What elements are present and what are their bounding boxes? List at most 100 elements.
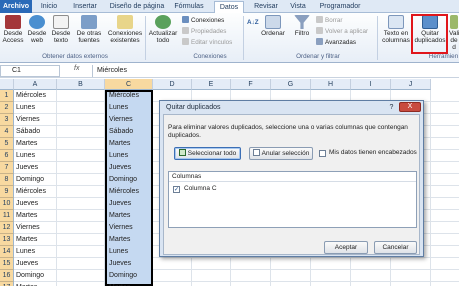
column-header-d[interactable]: D (153, 79, 192, 90)
column-header-a[interactable]: A (14, 79, 57, 90)
row-header[interactable]: 14 (0, 246, 14, 258)
cell-c[interactable]: Lunes (107, 102, 152, 114)
row-header[interactable]: 8 (0, 174, 14, 186)
cell-a[interactable]: Sábado (14, 126, 57, 138)
tab-revisar[interactable]: Revisar (251, 1, 281, 13)
cell-a[interactable]: Domingo (14, 174, 57, 186)
cell-c[interactable]: Martes (107, 210, 152, 222)
row-header[interactable]: 12 (0, 222, 14, 234)
row-header[interactable]: 3 (0, 114, 14, 126)
close-button[interactable]: X (399, 102, 421, 112)
cell-a[interactable]: Jueves (14, 198, 57, 210)
column-header-g[interactable]: G (271, 79, 311, 90)
cell-c[interactable]: Viernes (107, 114, 152, 126)
cell-c[interactable]: Martes (107, 234, 152, 246)
row-header[interactable]: 17 (0, 282, 14, 286)
cell-a[interactable]: Viernes (14, 222, 57, 234)
cell-a[interactable]: Jueves (14, 258, 57, 270)
clear-button[interactable]: Borrar (316, 16, 343, 25)
column-c-checkbox[interactable]: ✓ (173, 186, 180, 193)
column-header-f[interactable]: F (231, 79, 271, 90)
cell-a[interactable]: Jueves (14, 162, 57, 174)
name-box[interactable]: C1 (0, 65, 60, 77)
cell-c[interactable]: Jueves (107, 162, 152, 174)
cell-c[interactable]: Miércoles (107, 90, 152, 102)
cancel-button[interactable]: Cancelar (374, 241, 417, 254)
column-header-j[interactable]: J (391, 79, 431, 90)
reapply-button[interactable]: Volver a aplicar (316, 27, 368, 36)
row-header[interactable]: 5 (0, 138, 14, 150)
row-header[interactable]: 4 (0, 126, 14, 138)
cell-c[interactable]: Viernes (107, 222, 152, 234)
cell-a[interactable]: Martes (14, 234, 57, 246)
column-header-h[interactable]: H (311, 79, 351, 90)
column-header-i[interactable]: I (351, 79, 391, 90)
cell-c[interactable]: Jueves (107, 198, 152, 210)
text-to-columns-button[interactable]: Texto en columnas (380, 15, 412, 44)
row-header[interactable]: 2 (0, 102, 14, 114)
has-headers-label: Mis datos tienen encabezados (329, 149, 417, 156)
row-header[interactable]: 6 (0, 150, 14, 162)
tab-formulas[interactable]: Fórmulas (172, 1, 206, 13)
cell-a[interactable]: Viernes (14, 114, 57, 126)
formula-input[interactable]: Miércoles (92, 65, 459, 77)
cell-a[interactable]: Lunes (14, 102, 57, 114)
column-header-c[interactable]: C (105, 79, 153, 90)
link-icon (182, 16, 189, 23)
properties-button[interactable]: Propiedades (182, 27, 226, 36)
existing-connections-button[interactable]: Conexiones existentes (107, 15, 143, 44)
row-header[interactable]: 9 (0, 186, 14, 198)
advanced-filter-button[interactable]: Avanzadas (316, 38, 356, 47)
column-header-b[interactable]: B (57, 79, 105, 90)
connections-button[interactable]: Conexiones (182, 16, 224, 25)
row-header[interactable]: 10 (0, 198, 14, 210)
select-all-corner[interactable] (0, 79, 14, 90)
filter-button[interactable]: Filtro (291, 15, 313, 37)
tab-vista[interactable]: Vista (287, 1, 309, 13)
tab-archivo[interactable]: Archivo (0, 0, 32, 13)
help-icon[interactable]: ? (387, 103, 396, 112)
from-web-button[interactable]: Desde web (26, 15, 48, 44)
row-header[interactable]: 11 (0, 210, 14, 222)
data-validation-button[interactable]: Vali de d (449, 15, 459, 51)
cell-a[interactable]: Martes (14, 282, 57, 286)
unselect-all-button[interactable]: Anular selección (249, 147, 313, 160)
cell-c[interactable]: Martes (107, 138, 152, 150)
row-header[interactable]: 7 (0, 162, 14, 174)
column-header-e[interactable]: E (192, 79, 231, 90)
cell-c[interactable]: Martes (107, 282, 152, 286)
cell-a[interactable]: Miércoles (14, 90, 57, 102)
row-header[interactable]: 1 (0, 90, 14, 102)
refresh-all-button[interactable]: Actualizar todo (148, 15, 178, 44)
cell-c[interactable]: Miércoles (107, 186, 152, 198)
cell-a[interactable]: Lunes (14, 246, 57, 258)
cell-c[interactable]: Sábado (107, 126, 152, 138)
cell-c[interactable]: Lunes (107, 246, 152, 258)
select-all-button[interactable]: Seleccionar todo (174, 147, 241, 160)
cell-c[interactable]: Lunes (107, 150, 152, 162)
has-headers-checkbox[interactable] (319, 150, 326, 157)
row-header[interactable]: 15 (0, 258, 14, 270)
cell-c[interactable]: Domingo (107, 270, 152, 282)
from-text-button[interactable]: Desde texto (50, 15, 72, 44)
cell-a[interactable]: Lunes (14, 150, 57, 162)
other-sources-button[interactable]: De otras fuentes (74, 15, 104, 44)
cell-a[interactable]: Martes (14, 210, 57, 222)
row-header[interactable]: 13 (0, 234, 14, 246)
sort-button[interactable]: Ordenar (258, 15, 288, 37)
cell-c[interactable]: Jueves (107, 258, 152, 270)
row-header[interactable]: 16 (0, 270, 14, 282)
from-access-button[interactable]: Desde Access (2, 15, 24, 44)
sort-az-button[interactable]: A↓Z (247, 18, 259, 27)
cell-a[interactable]: Miércoles (14, 186, 57, 198)
accept-button[interactable]: Aceptar (324, 241, 368, 254)
edit-links-button[interactable]: Editar vínculos (182, 38, 232, 47)
tab-inicio[interactable]: Inicio (36, 1, 62, 13)
tab-diseno-pagina[interactable]: Diseño de página (107, 1, 167, 13)
cell-a[interactable]: Domingo (14, 270, 57, 282)
tab-insertar[interactable]: Insertar (68, 1, 102, 13)
cell-a[interactable]: Martes (14, 138, 57, 150)
fx-icon[interactable]: fx (74, 65, 79, 72)
tab-programador[interactable]: Programador (318, 1, 362, 13)
cell-c[interactable]: Domingo (107, 174, 152, 186)
